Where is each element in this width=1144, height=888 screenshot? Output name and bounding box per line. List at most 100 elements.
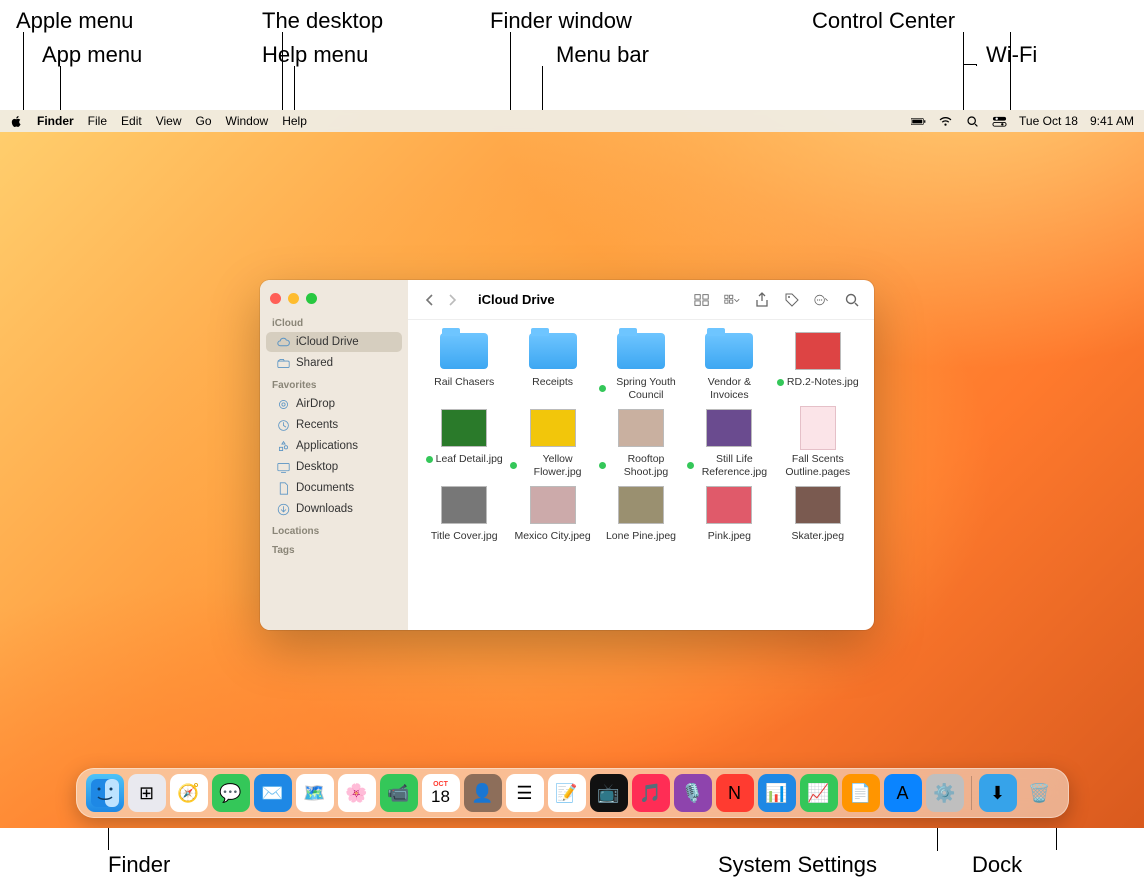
file-item[interactable]: Rail Chasers <box>422 330 506 401</box>
file-thumbnail <box>528 330 578 372</box>
menubar-time[interactable]: 9:41 AM <box>1090 114 1134 128</box>
finder-main: iCloud Drive Rail Chasers Receipts Spring … <box>408 280 874 630</box>
view-icons[interactable] <box>694 292 710 308</box>
group-menu[interactable] <box>724 292 740 308</box>
callout-finder-window: Finder window <box>490 8 632 34</box>
dock-app-notes[interactable]: 📝 <box>548 774 586 812</box>
sidebar-section-header: iCloud <box>260 312 408 331</box>
dock-app-reminders[interactable]: ☰ <box>506 774 544 812</box>
file-name: Receipts <box>532 376 573 389</box>
sidebar-item-applications[interactable]: Applications <box>266 436 402 456</box>
window-close[interactable] <box>270 293 281 304</box>
sidebar-item-recents[interactable]: Recents <box>266 415 402 435</box>
app-menu[interactable]: Finder <box>37 114 74 128</box>
nav-forward[interactable] <box>444 292 460 308</box>
dock-app-photos[interactable]: 🌸 <box>338 774 376 812</box>
file-item[interactable]: Leaf Detail.jpg <box>422 407 506 478</box>
menu-edit[interactable]: Edit <box>121 114 142 128</box>
shared-icon <box>276 356 290 370</box>
callout-app-menu: App menu <box>42 42 142 68</box>
file-item[interactable]: Vendor & Invoices <box>687 330 771 401</box>
menu-window[interactable]: Window <box>226 114 269 128</box>
sidebar-item-label: Documents <box>296 482 354 494</box>
file-item[interactable]: Fall Scents Outline.pages <box>776 407 860 478</box>
control-center-icon[interactable] <box>992 115 1007 128</box>
dock-app-safari[interactable]: 🧭 <box>170 774 208 812</box>
file-name: Spring Youth Council <box>609 376 683 401</box>
dock-app-contacts[interactable]: 👤 <box>464 774 502 812</box>
dock-app-news[interactable]: N <box>716 774 754 812</box>
file-name: Yellow Flower.jpg <box>520 453 594 478</box>
file-item[interactable]: Lone Pine.jpeg <box>599 484 683 543</box>
file-thumbnail <box>793 484 843 526</box>
dock-app-downloads[interactable]: ⬇︎ <box>979 774 1017 812</box>
file-item[interactable]: Still Life Reference.jpg <box>687 407 771 478</box>
dock-app-maps[interactable]: 🗺️ <box>296 774 334 812</box>
dock-app-facetime[interactable]: 📹 <box>380 774 418 812</box>
finder-toolbar: iCloud Drive <box>408 280 874 320</box>
airdrop-icon <box>276 397 290 411</box>
sidebar-item-airdrop[interactable]: AirDrop <box>266 394 402 414</box>
apple-menu-icon[interactable] <box>10 115 23 128</box>
dock-app-keynote[interactable]: 📊 <box>758 774 796 812</box>
menu-go[interactable]: Go <box>196 114 212 128</box>
wifi-icon[interactable] <box>938 115 953 128</box>
dock-app-tv[interactable]: 📺 <box>590 774 628 812</box>
file-thumbnail <box>528 407 578 449</box>
file-thumbnail <box>616 330 666 372</box>
tag-icon[interactable] <box>784 292 800 308</box>
tag-dot-icon <box>599 385 606 392</box>
dock-app-messages[interactable]: 💬 <box>212 774 250 812</box>
clock-icon <box>276 418 290 432</box>
file-name: Still Life Reference.jpg <box>697 453 771 478</box>
sidebar-item-label: Desktop <box>296 461 338 473</box>
file-item[interactable]: Skater.jpeg <box>776 484 860 543</box>
menu-help[interactable]: Help <box>282 114 307 128</box>
file-thumbnail <box>793 330 843 372</box>
dock-app-podcasts[interactable]: 🎙️ <box>674 774 712 812</box>
file-name: Fall Scents Outline.pages <box>776 453 860 478</box>
dock-app-finder[interactable] <box>86 774 124 812</box>
menubar-date[interactable]: Tue Oct 18 <box>1019 114 1078 128</box>
dock-app-calendar[interactable]: OCT18 <box>422 774 460 812</box>
sidebar-item-documents[interactable]: Documents <box>266 478 402 498</box>
dock: ⊞🧭💬✉️🗺️🌸📹OCT18👤☰📝📺🎵🎙️N📊📈📄A⚙️ ⬇︎🗑️ <box>76 768 1069 818</box>
sidebar-item-icloud-drive[interactable]: iCloud Drive <box>266 332 402 352</box>
nav-back[interactable] <box>422 292 438 308</box>
spotlight-icon[interactable] <box>965 115 980 128</box>
action-menu-icon[interactable] <box>814 292 830 308</box>
window-minimize[interactable] <box>288 293 299 304</box>
file-item[interactable]: RD.2-Notes.jpg <box>776 330 860 401</box>
search-icon[interactable] <box>844 292 860 308</box>
file-item[interactable]: Spring Youth Council <box>599 330 683 401</box>
file-item[interactable]: Rooftop Shoot.jpg <box>599 407 683 478</box>
file-item[interactable]: Mexico City.jpeg <box>510 484 594 543</box>
file-item[interactable]: Yellow Flower.jpg <box>510 407 594 478</box>
desktop-icon <box>276 460 290 474</box>
dock-app-mail[interactable]: ✉️ <box>254 774 292 812</box>
callout-wifi: Wi-Fi <box>986 42 1037 68</box>
menu-file[interactable]: File <box>88 114 107 128</box>
sidebar-item-desktop[interactable]: Desktop <box>266 457 402 477</box>
share-icon[interactable] <box>754 292 770 308</box>
file-name: Rooftop Shoot.jpg <box>609 453 683 478</box>
dock-app-app-store[interactable]: A <box>884 774 922 812</box>
file-item[interactable]: Title Cover.jpg <box>422 484 506 543</box>
download-icon <box>276 502 290 516</box>
dock-app-pages[interactable]: 📄 <box>842 774 880 812</box>
sidebar-item-label: iCloud Drive <box>296 336 359 348</box>
file-item[interactable]: Pink.jpeg <box>687 484 771 543</box>
dock-app-launchpad[interactable]: ⊞ <box>128 774 166 812</box>
window-maximize[interactable] <box>306 293 317 304</box>
dock-app-music[interactable]: 🎵 <box>632 774 670 812</box>
tag-dot-icon <box>510 462 517 469</box>
dock-app-trash[interactable]: 🗑️ <box>1021 774 1059 812</box>
sidebar-item-downloads[interactable]: Downloads <box>266 499 402 519</box>
sidebar-item-label: Downloads <box>296 503 353 515</box>
file-item[interactable]: Receipts <box>510 330 594 401</box>
battery-icon[interactable] <box>911 115 926 128</box>
sidebar-item-shared[interactable]: Shared <box>266 353 402 373</box>
dock-app-numbers[interactable]: 📈 <box>800 774 838 812</box>
dock-app-system-settings[interactable]: ⚙️ <box>926 774 964 812</box>
menu-view[interactable]: View <box>156 114 182 128</box>
